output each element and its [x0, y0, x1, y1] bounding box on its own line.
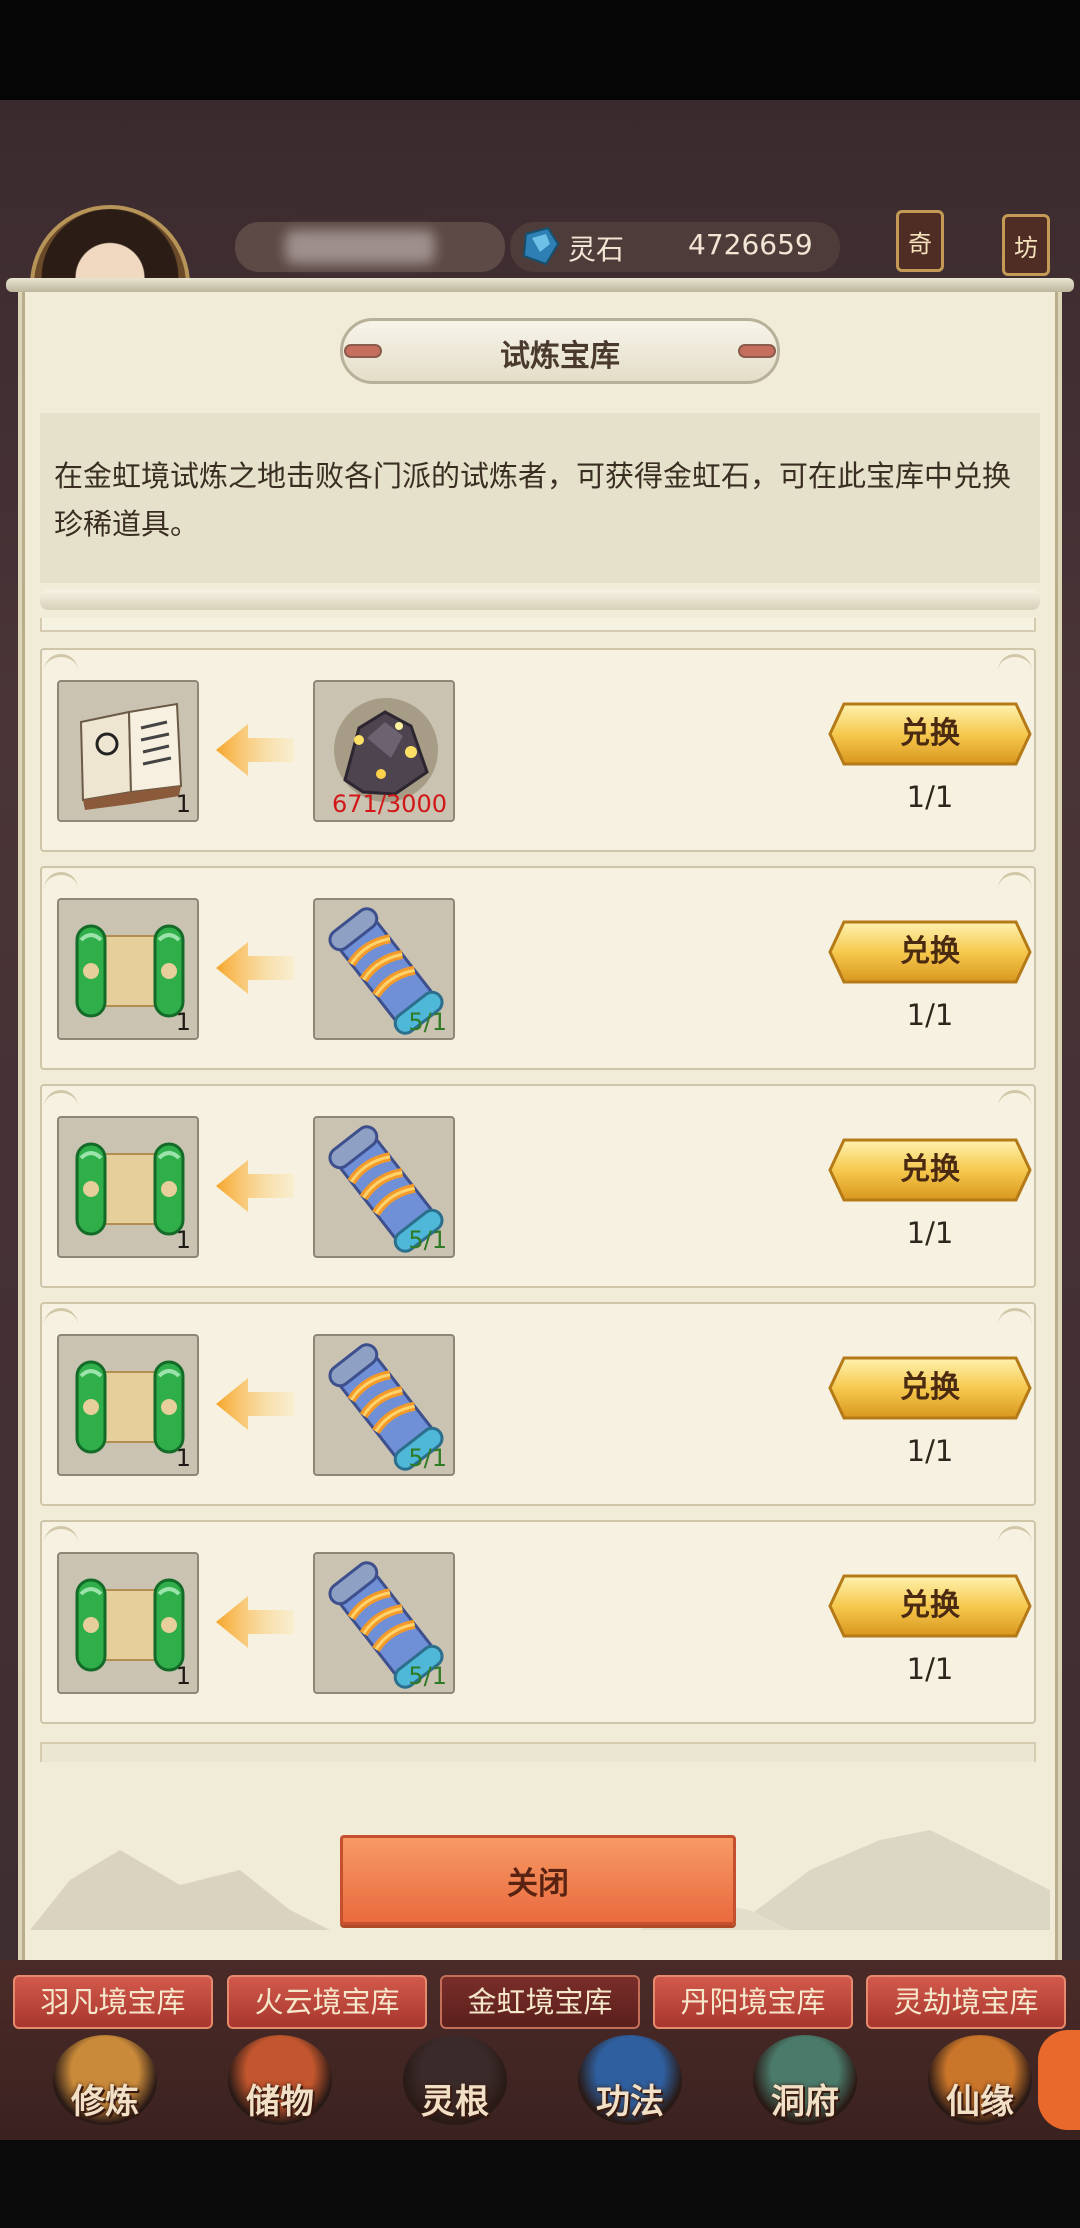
reward-count: 1 — [175, 1008, 191, 1036]
cost-slot[interactable]: 5/1 — [313, 1334, 455, 1476]
panel-title: 试炼宝库 — [500, 339, 620, 374]
cost-slot[interactable]: 5/1 — [313, 1116, 455, 1258]
arrow-left-icon — [212, 1156, 296, 1216]
nav-label[interactable]: 洞府 — [730, 2074, 880, 2123]
tab-4[interactable]: 丹阳境宝库 — [653, 1975, 853, 2029]
status-bar — [0, 0, 1080, 100]
reward-count: 1 — [175, 1444, 191, 1472]
arrow-left-icon — [212, 938, 296, 998]
nav-label[interactable]: 功法 — [555, 2074, 705, 2123]
exchange-limit: 1/1 — [906, 780, 954, 814]
exchange-button-label: 兑换 — [900, 934, 960, 969]
bottom-bar — [0, 2130, 1080, 2228]
reward-slot[interactable]: 1 — [57, 1334, 199, 1476]
fang-tag[interactable]: 坊 — [1002, 214, 1050, 276]
exchange-button-label: 兑换 — [900, 1370, 960, 1405]
exchange-button[interactable]: 兑换 — [828, 1574, 1032, 1638]
exchange-button[interactable]: 兑换 — [828, 920, 1032, 984]
reward-count: 1 — [175, 1226, 191, 1254]
exchange-button-label: 兑换 — [900, 1588, 960, 1623]
description-text: 在金虹境试炼之地击败各门派的试炼者，可获得金虹石，可在此宝库中兑换珍稀道具。 — [54, 459, 1012, 541]
arrow-left-icon — [212, 1374, 296, 1434]
cost-progress: 5/1 — [408, 1008, 447, 1036]
cost-slot[interactable]: 671/3000 — [313, 680, 455, 822]
exchange-button-label: 兑换 — [900, 1152, 960, 1187]
exchange-button-label: 兑换 — [900, 716, 960, 751]
spirit-stone-icon — [522, 226, 560, 266]
cost-progress: 5/1 — [408, 1662, 447, 1690]
exchange-limit: 1/1 — [906, 1652, 954, 1686]
panel-top-rod — [6, 278, 1074, 292]
nav-label[interactable]: 储物 — [205, 2074, 355, 2123]
exchange-button[interactable]: 兑换 — [828, 1138, 1032, 1202]
reward-slot[interactable]: 1 — [57, 898, 199, 1040]
spirit-stone-value: 4726659 — [688, 228, 813, 261]
tab-2[interactable]: 火云境宝库 — [227, 1975, 427, 2029]
cost-progress: 5/1 — [408, 1444, 447, 1472]
exchange-limit: 1/1 — [906, 998, 954, 1032]
list-bottom-edge — [40, 1742, 1036, 1762]
list-top-edge — [40, 618, 1036, 632]
exchange-button[interactable]: 兑换 — [828, 1356, 1032, 1420]
cost-progress: 671/3000 — [332, 790, 447, 818]
cost-slot[interactable]: 5/1 — [313, 1552, 455, 1694]
exchange-limit: 1/1 — [906, 1434, 954, 1468]
mascot-icon[interactable] — [1038, 2030, 1080, 2130]
exchange-limit: 1/1 — [906, 1216, 954, 1250]
reward-slot[interactable]: 1 — [57, 680, 199, 822]
nav-label[interactable]: 灵根 — [380, 2074, 530, 2123]
arrow-left-icon — [212, 720, 296, 780]
arrow-left-icon — [212, 1592, 296, 1652]
reward-slot[interactable]: 1 — [57, 1116, 199, 1258]
reward-count: 1 — [175, 1662, 191, 1690]
close-button-label: 关闭 — [507, 1866, 569, 1902]
list-top-rod — [40, 590, 1040, 610]
nav-label[interactable]: 仙缘 — [905, 2074, 1055, 2123]
qi-tag[interactable]: 奇 — [896, 210, 944, 272]
tab-1[interactable]: 羽凡境宝库 — [13, 1975, 213, 2029]
reward-slot[interactable]: 1 — [57, 1552, 199, 1694]
cost-progress: 5/1 — [408, 1226, 447, 1254]
tab-5[interactable]: 灵劫境宝库 — [866, 1975, 1066, 2029]
exchange-button[interactable]: 兑换 — [828, 702, 1032, 766]
spirit-stone-label: 灵石 — [568, 233, 625, 266]
player-name-blurred — [285, 230, 435, 264]
cost-slot[interactable]: 5/1 — [313, 898, 455, 1040]
tab-3[interactable]: 金虹境宝库 — [440, 1975, 640, 2029]
reward-count: 1 — [175, 790, 191, 818]
nav-label[interactable]: 修炼 — [30, 2074, 180, 2123]
